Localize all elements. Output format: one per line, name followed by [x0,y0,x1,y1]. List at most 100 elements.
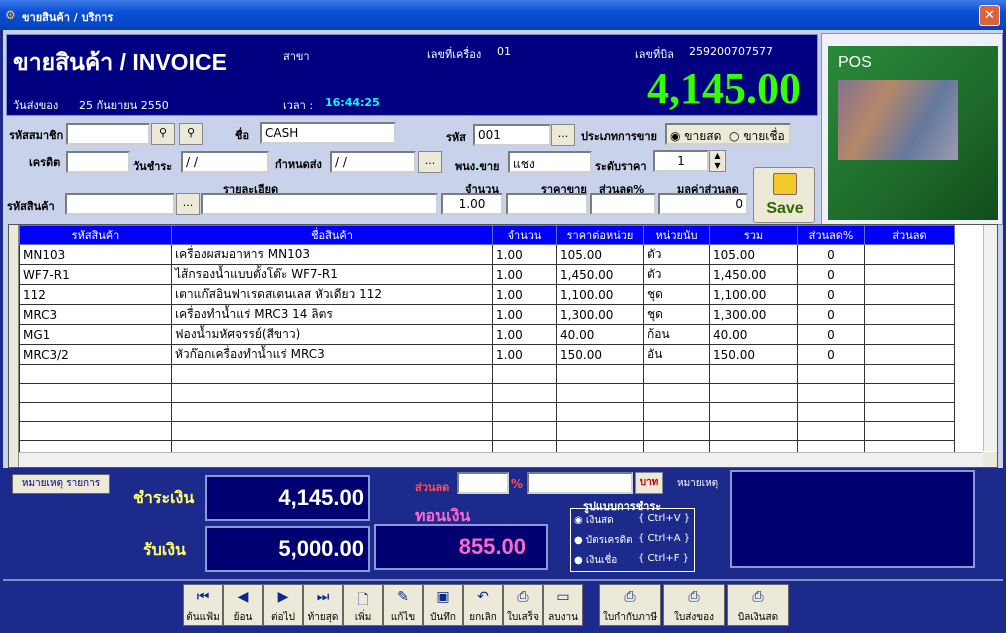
table-cell[interactable]: MG1 [19,324,172,345]
delivery-date-field[interactable]: / / [330,151,416,173]
table-cell[interactable] [643,421,710,441]
table-row[interactable]: MG1 ฟองน้ำมหัศจรรย์(สีขาว) 1.00 40.00 ก้อน 40… [19,324,955,345]
table-cell[interactable] [19,383,172,403]
table-cell[interactable]: ชุด [643,304,710,325]
table-cell[interactable]: ตัว [643,244,710,265]
table-cell[interactable] [492,421,557,441]
table-cell[interactable]: 1,300.00 [556,304,644,325]
table-cell[interactable] [709,402,798,422]
table-cell[interactable]: 0 [797,304,865,325]
table-cell[interactable] [492,383,557,403]
table-cell[interactable] [864,304,955,325]
items-grid[interactable]: รหัสสินค้า ชื่อสินค้า จำนวน ราคาต่อหน่วย… [8,224,998,468]
table-cell[interactable]: 0 [797,244,865,265]
delete-job-button[interactable]: ▭ ลบงาน [543,584,583,626]
member-search-button[interactable]: ⚲ [151,123,175,145]
table-cell[interactable]: 40.00 [709,324,798,345]
delivery-browse-button[interactable]: ... [418,151,442,173]
table-cell[interactable]: MRC3 [19,304,172,325]
code-field[interactable]: 001 [473,124,551,146]
table-cell[interactable]: 150.00 [556,344,644,365]
table-cell[interactable] [19,421,172,441]
receive-amount-panel[interactable]: 5,000.00 [205,526,370,572]
close-button[interactable]: ✕ [979,5,1000,26]
code-browse-button[interactable]: ... [551,124,575,146]
payment-cash-option[interactable]: ◉ เงินสด [574,513,614,528]
cancel-button[interactable]: ↶ ยกเลิก [463,584,503,626]
table-cell[interactable]: 1,100.00 [556,284,644,305]
receipt-button[interactable]: ⎙ ใบเสร็จ [503,584,543,626]
price-level-field[interactable]: 1 [653,150,709,172]
last-record-button[interactable]: ⏭ ท้ายสุด [303,584,343,626]
table-cell[interactable]: ฟองน้ำมหัศจรรย์(สีขาว) [171,324,493,345]
previous-button[interactable]: ◀ ย้อน [223,584,263,626]
remark-textarea[interactable] [730,470,975,568]
table-row[interactable] [19,402,955,422]
baht-button[interactable]: บาท [635,472,663,494]
table-cell[interactable]: 1,450.00 [556,264,644,285]
table-cell[interactable] [19,402,172,422]
col-header[interactable]: รหัสสินค้า [19,225,172,245]
save-button[interactable]: ▣ บันทึก [423,584,463,626]
item-browse-button[interactable]: ... [176,193,200,215]
table-cell[interactable] [864,383,955,403]
table-cell[interactable] [864,364,955,384]
save-item-button[interactable]: Save [753,167,815,223]
table-cell[interactable]: เตาแก๊สอินฟาเรดสเตนเลส หัวเดียว 112 [171,284,493,305]
grid-horizontal-scrollbar[interactable] [19,452,983,467]
table-cell[interactable] [492,402,557,422]
table-cell[interactable] [864,244,955,265]
col-header[interactable]: ราคาต่อหน่วย [556,225,644,245]
col-header[interactable]: หน่วยนับ [643,225,710,245]
table-cell[interactable]: 1.00 [492,284,557,305]
discount-value-input[interactable]: 0 [658,193,748,215]
due-date-field[interactable]: / / [181,151,269,173]
table-cell[interactable] [864,402,955,422]
table-cell[interactable] [864,264,955,285]
table-cell[interactable]: 40.00 [556,324,644,345]
delivery-note-button[interactable]: ⎙ ใบส่งของ [663,584,725,626]
table-cell[interactable] [797,402,865,422]
table-cell[interactable] [797,364,865,384]
radio-cash-sale[interactable]: ◉ ขายสด [670,129,721,143]
table-row[interactable] [19,364,955,384]
credit-field[interactable] [66,151,130,173]
col-header[interactable]: ส่วนลด [864,225,955,245]
item-detail-input[interactable] [201,193,438,215]
table-cell[interactable] [171,421,493,441]
table-cell[interactable]: 150.00 [709,344,798,365]
table-cell[interactable] [709,421,798,441]
table-cell[interactable]: 0 [797,264,865,285]
table-cell[interactable]: 105.00 [709,244,798,265]
table-cell[interactable]: ชุด [643,284,710,305]
col-header[interactable]: รวม [709,225,798,245]
table-cell[interactable] [709,383,798,403]
item-code-input[interactable] [65,193,175,215]
table-cell[interactable]: อัน [643,344,710,365]
member-code-input[interactable] [66,123,150,145]
table-cell[interactable]: 1.00 [492,244,557,265]
table-cell[interactable]: 0 [797,324,865,345]
qty-input[interactable]: 1.00 [441,193,503,215]
grid-vertical-scrollbar[interactable] [983,225,997,451]
table-cell[interactable]: หัวก๊อกเครื่องทำน้ำแร่ MRC3 [171,344,493,365]
table-cell[interactable]: 1.00 [492,344,557,365]
table-cell[interactable] [864,421,955,441]
note-list-button[interactable]: หมายเหตุ รายการ [12,474,110,494]
table-cell[interactable] [556,383,644,403]
next-button[interactable]: ▶ ต่อไป [263,584,303,626]
tax-invoice-button[interactable]: ⎙ ใบกำกับภาษี [599,584,661,626]
col-header[interactable]: จำนวน [492,225,557,245]
table-cell[interactable]: ตัว [643,264,710,285]
sale-price-input[interactable] [506,193,588,215]
table-cell[interactable] [556,402,644,422]
table-cell[interactable]: 1.00 [492,324,557,345]
table-cell[interactable] [709,364,798,384]
price-level-spinner[interactable]: ▲ ▼ [709,150,726,172]
col-header[interactable]: ชื่อสินค้า [171,225,493,245]
table-cell[interactable]: ไส้กรองน้ำแบบตั้งโต๊ะ WF7-R1 [171,264,493,285]
col-header[interactable]: ส่วนลด% [797,225,865,245]
first-record-button[interactable]: ⏮ ต้นแฟ้ม [183,584,223,626]
add-button[interactable]: 🗋 เพิ่ม [343,584,383,626]
payment-credit-option[interactable]: ● เงินเชื่อ [574,553,617,568]
